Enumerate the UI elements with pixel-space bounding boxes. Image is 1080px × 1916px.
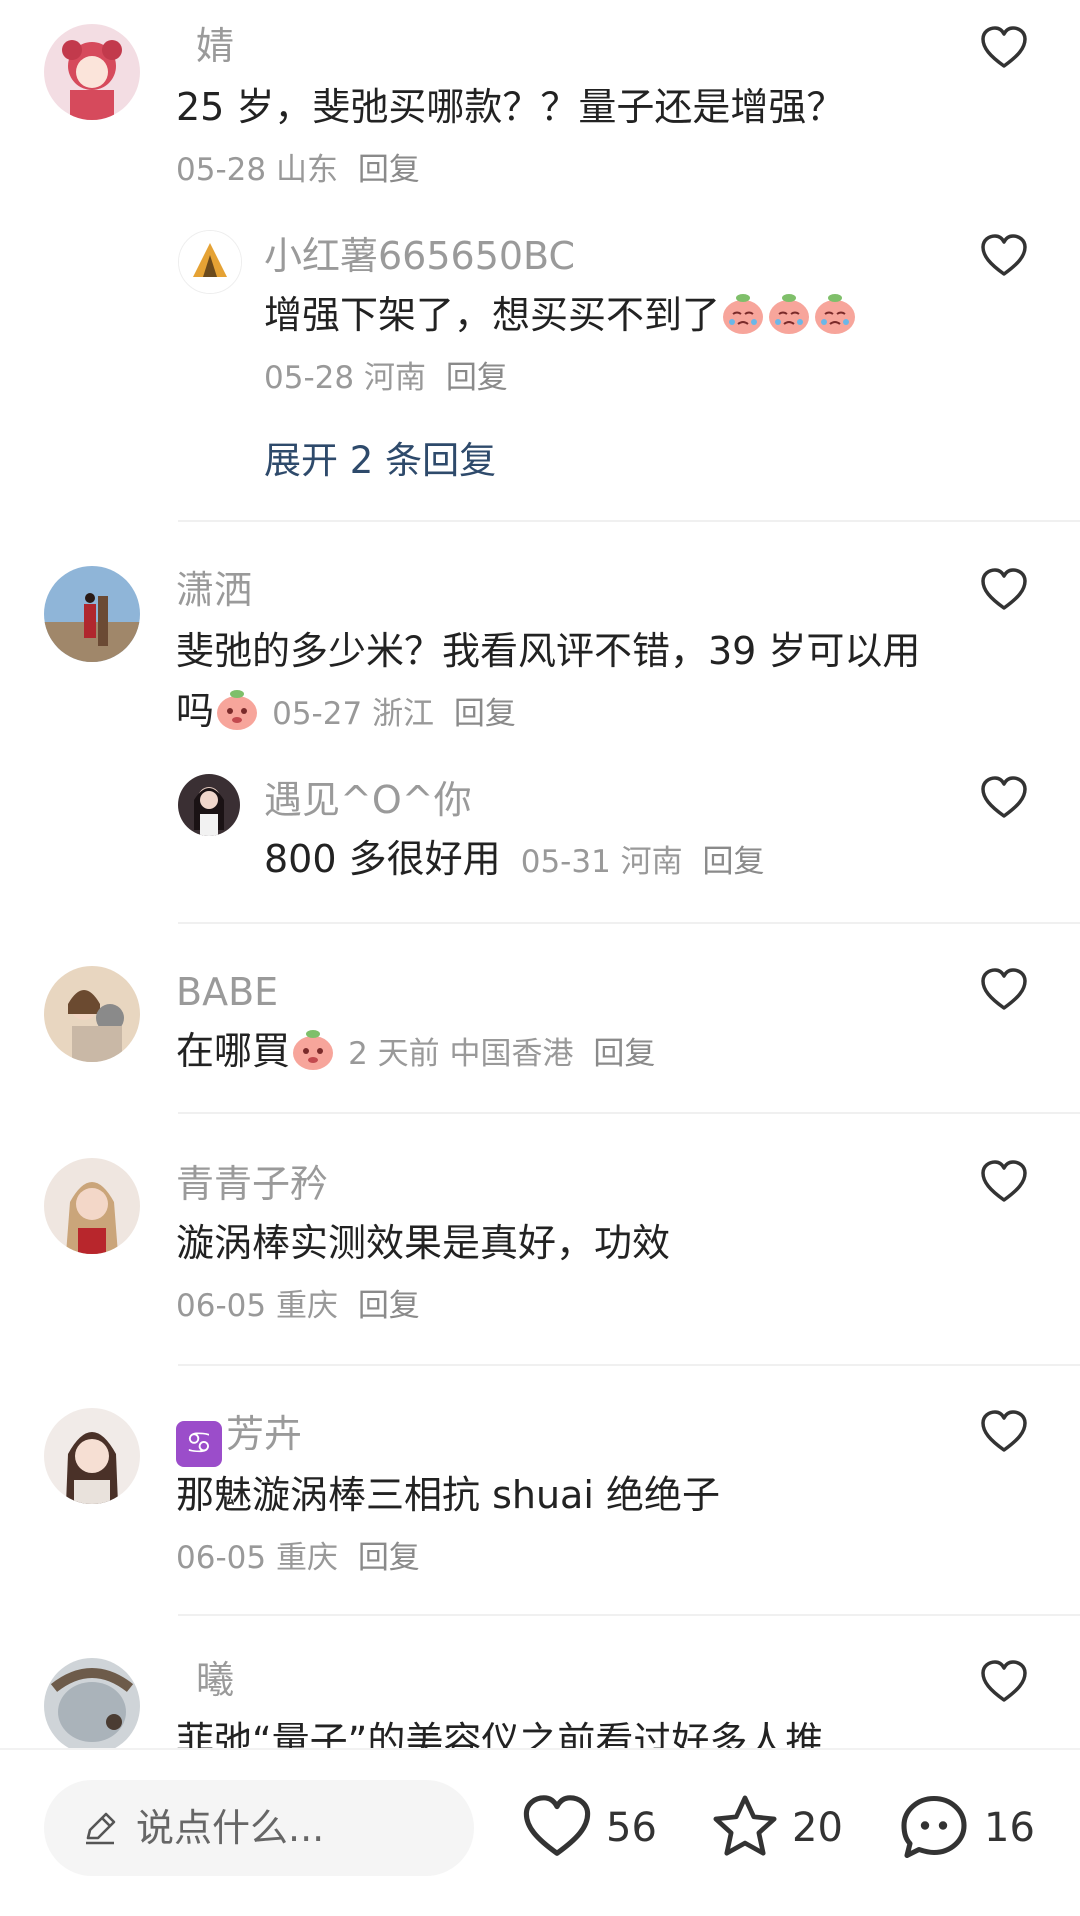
favorite-button[interactable]: 20 bbox=[710, 1788, 850, 1868]
comment-text: 增强下架了，想买买不到了 bbox=[264, 290, 858, 340]
comment-date: 2 天前 bbox=[348, 1036, 440, 1072]
avatar[interactable] bbox=[178, 774, 240, 836]
peach-cry-emoji-icon bbox=[812, 290, 858, 336]
comment-text-tail: 吗 bbox=[176, 689, 215, 733]
heart-outline-icon bbox=[523, 1795, 591, 1856]
like-heart-icon[interactable] bbox=[980, 26, 1028, 70]
comment-text: 25 岁，斐弛买哪款？？量子还是增强？ bbox=[176, 85, 845, 129]
comment-date: 05-31 bbox=[520, 844, 611, 880]
comment-text-body: 增强下架了，想买买不到了 bbox=[264, 293, 721, 337]
avatar[interactable] bbox=[44, 24, 140, 120]
comment-date: 05-27 bbox=[272, 696, 363, 732]
like-heart-icon[interactable] bbox=[980, 1660, 1028, 1704]
divider bbox=[178, 1364, 1080, 1366]
comment-meta: 05-31 河南 回复 bbox=[521, 844, 765, 880]
comment-meta: 05-28 河南 回复 bbox=[264, 356, 508, 400]
cancer-zodiac-icon: ♋ bbox=[176, 1421, 222, 1467]
username[interactable]: 遇见^O^你 bbox=[264, 776, 472, 824]
username[interactable]: BABE bbox=[176, 968, 278, 1016]
comment-text: 在哪買 2 天前 中国香港 回复 bbox=[176, 1026, 655, 1079]
comment-input[interactable]: 说点什么... bbox=[44, 1780, 474, 1876]
comment-text-body: 800 多很好用 bbox=[264, 837, 501, 881]
expand-replies-link[interactable]: 展开 2 条回复 bbox=[264, 430, 496, 484]
comment-location: 河南 bbox=[620, 844, 683, 880]
divider bbox=[178, 520, 1080, 522]
comment-meta: 05-28 山东 回复 bbox=[176, 148, 420, 192]
reply-button[interactable]: 回复 bbox=[703, 844, 765, 880]
reply-button[interactable]: 回复 bbox=[358, 1540, 420, 1576]
like-heart-icon[interactable] bbox=[980, 776, 1028, 820]
comment-text: 800 多很好用 05-31 河南 回复 bbox=[264, 834, 765, 887]
like-heart-icon[interactable] bbox=[980, 1160, 1028, 1204]
like-button[interactable]: 56 bbox=[522, 1788, 662, 1868]
comment-meta: 06-05 重庆 回复 bbox=[176, 1536, 420, 1580]
avatar[interactable] bbox=[44, 966, 140, 1062]
reply-button[interactable]: 回复 bbox=[358, 152, 420, 188]
like-count: 56 bbox=[606, 1805, 657, 1851]
username[interactable]: 婧 bbox=[196, 22, 234, 70]
comment-location: 河南 bbox=[363, 360, 426, 396]
comment-meta: 2 天前 中国香港 回复 bbox=[348, 1036, 655, 1072]
like-heart-icon[interactable] bbox=[980, 1410, 1028, 1454]
avatar[interactable] bbox=[44, 1658, 140, 1748]
comment-location: 山东 bbox=[275, 152, 338, 188]
peach-cry-emoji-icon bbox=[720, 290, 766, 336]
comment-text: 那魅漩涡棒三相抗 shuai 绝绝子 bbox=[176, 1473, 720, 1517]
comment-location: 中国香港 bbox=[449, 1036, 574, 1072]
reply-button[interactable]: 回复 bbox=[454, 696, 516, 732]
comment-text: 斐弛的多少米？我看风评不错，39 岁可以用 bbox=[176, 629, 921, 673]
like-heart-icon[interactable] bbox=[980, 234, 1028, 278]
comment-input-placeholder: 说点什么... bbox=[136, 1806, 325, 1850]
avatar[interactable] bbox=[44, 566, 140, 662]
peach-shy-emoji-icon bbox=[290, 1026, 336, 1072]
bottom-action-bar: 说点什么... 56 20 16 bbox=[0, 1748, 1080, 1916]
username[interactable]: 小红薯665650BC bbox=[264, 232, 575, 280]
pencil-icon bbox=[80, 1808, 120, 1848]
comment-feed[interactable]: 婧 25 岁，斐弛买哪款？？量子还是增强？ 05-28 山东 回复 小红薯665… bbox=[0, 0, 1080, 1748]
comment-date: 06-05 bbox=[176, 1540, 267, 1576]
comment-date: 05-28 bbox=[176, 152, 267, 188]
chat-bubble-icon bbox=[901, 1795, 967, 1859]
like-heart-icon[interactable] bbox=[980, 568, 1028, 612]
reply-button[interactable]: 回复 bbox=[358, 1288, 420, 1324]
divider bbox=[178, 1614, 1080, 1616]
comment-date: 05-28 bbox=[264, 360, 355, 396]
username[interactable]: 青青子矜 bbox=[176, 1160, 328, 1208]
comment-date: 06-05 bbox=[176, 1288, 267, 1324]
avatar[interactable] bbox=[44, 1158, 140, 1254]
favorite-count: 20 bbox=[792, 1805, 843, 1851]
comment-location: 重庆 bbox=[275, 1540, 338, 1576]
divider bbox=[178, 922, 1080, 924]
divider bbox=[178, 1112, 1080, 1114]
peach-shy-emoji-icon bbox=[214, 686, 260, 732]
comment-meta: 06-05 重庆 回复 bbox=[176, 1284, 420, 1328]
star-outline-icon bbox=[713, 1795, 777, 1856]
comment-text-line2: 吗 05-27 浙江 回复 bbox=[176, 686, 516, 739]
username-text: 芳卉 bbox=[226, 1412, 303, 1456]
like-heart-icon[interactable] bbox=[980, 968, 1028, 1012]
comment-location: 浙江 bbox=[372, 696, 435, 732]
username[interactable]: 曦 bbox=[196, 1656, 234, 1704]
comment-text: 菲弛“量子”的美容仪之前看过好多人推 bbox=[176, 1719, 824, 1748]
comment-button[interactable]: 16 bbox=[898, 1788, 1048, 1868]
avatar[interactable] bbox=[44, 1408, 140, 1504]
reply-button[interactable]: 回复 bbox=[446, 360, 508, 396]
avatar[interactable] bbox=[178, 230, 242, 294]
comment-text: 漩涡棒实测效果是真好，功效 bbox=[176, 1221, 671, 1265]
peach-cry-emoji-icon bbox=[766, 290, 812, 336]
comment-meta: 05-27 浙江 回复 bbox=[272, 696, 516, 732]
username[interactable]: 潇洒 bbox=[176, 566, 252, 614]
username[interactable]: ♋ 芳卉 bbox=[176, 1410, 302, 1467]
reply-button[interactable]: 回复 bbox=[593, 1036, 655, 1072]
comment-count: 16 bbox=[984, 1805, 1035, 1851]
comment-text-body: 在哪買 bbox=[176, 1029, 291, 1073]
comment-location: 重庆 bbox=[275, 1288, 338, 1324]
